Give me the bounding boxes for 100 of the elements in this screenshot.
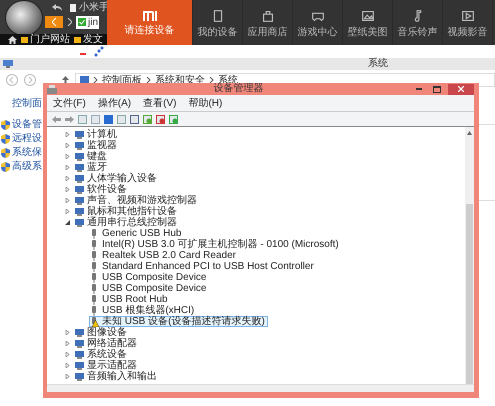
help-icon[interactable] [104,114,113,124]
device-icon [75,372,84,381]
tree-item[interactable]: 通用串行总线控制器 [74,217,180,228]
tree-item[interactable]: Intel(R) USB 3.0 可扩展主机控制器 - 0100 (Microsoft) [89,239,342,250]
forward-arrow-icon[interactable] [65,116,74,122]
device-icon [75,196,84,205]
tree-item[interactable]: 计算机 [74,129,120,140]
computer-icon [3,60,13,68]
expand-arrow-icon[interactable] [65,132,70,137]
device-icon [75,163,84,172]
expand-arrow-icon[interactable] [65,363,70,368]
add-icon[interactable] [169,114,178,124]
menu-item[interactable]: 文件(F) [53,98,86,108]
tree-item[interactable]: USB Composite Device [89,272,210,283]
sidebar-link[interactable]: 高级系 [12,161,42,172]
window-title: 系统 [368,58,388,70]
back-arrow-icon[interactable] [52,4,62,12]
device-icon [75,130,84,139]
collapse-arrow-icon[interactable] [65,220,70,225]
shield-icon [1,134,10,144]
window-icon[interactable] [78,114,87,124]
forward-icon[interactable] [67,18,72,26]
tree-item[interactable]: 鼠标和其他指针设备 [74,206,180,217]
device-icon [75,141,84,150]
chevron-icon [93,77,98,83]
scrollbar[interactable] [465,127,474,384]
expand-arrow-icon[interactable] [65,165,70,170]
device-manager-icon [47,84,57,94]
device-icon [75,350,84,359]
device-icon [75,207,84,216]
tree-item[interactable]: Realtek USB 2.0 Card Reader [89,250,239,261]
update-icon[interactable] [143,114,152,124]
expand-arrow-icon[interactable] [65,330,70,335]
page-icon [70,4,76,12]
tree-item[interactable]: 人体学输入设备 [74,173,160,184]
sidebar-link[interactable]: 控制面 [12,98,42,109]
address-field[interactable]: jin [76,16,100,28]
shield-icon [1,162,10,172]
device-icon [75,185,84,194]
tree-item[interactable]: 蓝牙 [74,162,110,173]
bookmark[interactable]: 门户网站 [21,34,70,45]
back-icon [52,18,56,26]
tree-item[interactable]: USB Composite Device [89,283,210,294]
tree-item[interactable]: 软件设备 [74,184,130,195]
device-icon [75,174,84,183]
chevron-icon [146,77,151,83]
maximize-icon [433,86,441,92]
tree-item[interactable]: Standard Enhanced PCI to USB Host Controller [89,261,317,272]
sidebar-link[interactable]: 设备管 [12,119,42,130]
document-icon[interactable] [91,114,100,124]
nav-tab[interactable]: 请连接设备 [107,0,193,45]
device-icon [75,361,84,370]
tree-item[interactable]: USB 根集线器(xHCI) [89,305,198,316]
up-arrow-icon[interactable] [62,76,69,84]
dots-icon [80,46,106,58]
menu-item[interactable]: 操作(A) [98,98,132,108]
device-icon [75,218,84,227]
minimize-icon [416,88,422,90]
expand-arrow-icon[interactable] [65,198,70,203]
device-icon [75,328,84,337]
expand-arrow-icon[interactable] [65,143,70,148]
bookmark[interactable]: 发文 [74,34,103,45]
shield-icon [1,120,10,130]
tree-item[interactable]: 键盘 [74,151,110,162]
menu-item[interactable]: 帮助(H) [188,98,222,108]
mi-logo-icon [142,10,158,22]
scroll-up-icon[interactable] [467,131,472,135]
tree-item[interactable]: USB Root Hub [89,294,171,305]
expand-arrow-icon[interactable] [65,187,70,192]
tree-item[interactable]: 显示适配器 [74,360,140,371]
device-icon [75,339,84,348]
home-icon[interactable] [8,36,17,44]
window-icon[interactable] [117,114,126,124]
expand-arrow-icon[interactable] [65,374,70,379]
menu-item[interactable]: 查看(V) [143,98,176,108]
expand-arrow-icon[interactable] [65,341,70,346]
tree-item[interactable]: 网络适配器 [74,338,140,349]
tree-item[interactable]: 音频输入和输出 [74,371,160,382]
shield-icon [1,148,10,158]
tree-item[interactable]: Generic USB Hub [89,228,184,239]
sidebar-link[interactable]: 远程设 [12,133,42,144]
sidebar-link[interactable]: 系统保 [12,147,42,158]
check-icon [78,18,86,26]
expand-arrow-icon[interactable] [65,176,70,181]
scroll-thumb[interactable] [466,204,473,384]
remove-icon[interactable] [156,114,165,124]
tree-item[interactable]: 声音、视频和游戏控制器 [74,195,200,206]
tree-item[interactable]: 未知 USB 设备(设备描述符请求失败) [89,316,268,327]
expand-arrow-icon[interactable] [65,352,70,357]
monitor-icon[interactable] [130,114,139,124]
close-icon [458,86,464,92]
expand-arrow-icon[interactable] [65,209,70,214]
back-icon[interactable] [6,74,18,86]
chevron-icon [209,77,214,83]
close-button[interactable] [448,84,474,94]
device-icon [75,152,84,161]
tree-item[interactable]: 系统设备 [74,349,130,360]
expand-arrow-icon[interactable] [65,154,70,159]
tree-item[interactable]: 监视器 [74,140,120,151]
tree-item[interactable]: 图像设备 [74,327,130,338]
